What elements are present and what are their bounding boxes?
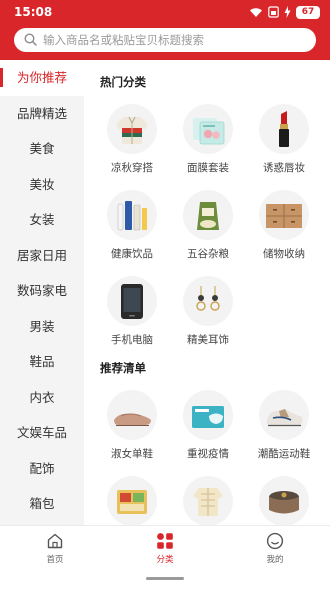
category-item[interactable]: 手机电脑 [94, 276, 170, 356]
sidebar-item-underwear[interactable]: 内衣 [0, 380, 84, 416]
sidebar-item-household[interactable]: 居家日用 [0, 238, 84, 274]
recommend-item[interactable]: 重视疫情 [170, 390, 246, 470]
grain-sack-icon [183, 190, 233, 240]
category-item-label: 面膜套装 [187, 162, 229, 174]
category-item-label: 手机电脑 [111, 334, 153, 346]
category-content: 热门分类 凉秋穿搭 面膜套装 诱惑唇妆 健康饮品 五谷杂粮 储物收纳 手机电脑 … [84, 60, 330, 525]
category-item-label: 精美耳饰 [187, 334, 229, 346]
jacket-icon [107, 104, 157, 154]
nav-category-label: 分类 [156, 555, 174, 565]
nav-profile[interactable]: 我的 [245, 532, 305, 565]
drinks-icon [107, 190, 157, 240]
nav-home-label: 首页 [46, 555, 64, 565]
recommend-item-label: 重视疫情 [187, 448, 229, 460]
category-item-label: 诱惑唇妆 [263, 162, 305, 174]
earrings-icon [183, 276, 233, 326]
nav-profile-label: 我的 [266, 555, 284, 565]
sidebar-item-accessories[interactable]: 配饰 [0, 451, 84, 487]
category-item[interactable]: 健康饮品 [94, 190, 170, 270]
status-bar: 15:08 67 [0, 0, 330, 26]
recommend-item-label: 潮酷运动鞋 [257, 448, 311, 460]
battery-level: 67 [296, 5, 320, 19]
category-item-label: 健康饮品 [111, 248, 153, 260]
recommend-item[interactable]: 潮酷运动鞋 [246, 390, 322, 470]
recommend-item[interactable] [246, 476, 322, 525]
battery-indicator: 67 [296, 5, 320, 19]
recommend-item[interactable]: 淑女单鞋 [94, 390, 170, 470]
sidebar-item-womenswear[interactable]: 女装 [0, 202, 84, 238]
category-item[interactable]: 五谷杂粮 [170, 190, 246, 270]
drawer-cabinet-icon [259, 190, 309, 240]
sidebar-item-electronics[interactable]: 数码家电 [0, 273, 84, 309]
recommend-item[interactable] [94, 476, 170, 525]
sneaker-icon [259, 390, 309, 440]
sidebar-item-menswear[interactable]: 男装 [0, 309, 84, 345]
bottom-navigation: 首页 分类 我的 [0, 525, 330, 589]
sidebar-item-food[interactable]: 美食 [0, 131, 84, 167]
section-title-hot: 热门分类 [100, 75, 146, 89]
sidebar-item-brands[interactable]: 品牌精选 [0, 96, 84, 132]
header-bar: 15:08 67 [0, 0, 330, 60]
search-bar[interactable] [14, 28, 316, 52]
snack-box-icon [107, 476, 157, 525]
category-item-label: 凉秋穿搭 [111, 162, 153, 174]
nav-category[interactable]: 分类 [135, 532, 195, 565]
section-title-recommend: 推荐清单 [100, 361, 146, 375]
sidebar-item-entertainment-auto[interactable]: 文娱车品 [0, 415, 84, 451]
charging-icon [284, 6, 291, 18]
recommend-item[interactable] [170, 476, 246, 525]
search-input[interactable] [43, 33, 303, 47]
sim-card-icon [268, 6, 279, 18]
status-time: 15:08 [14, 5, 53, 19]
pajamas-icon [183, 476, 233, 525]
category-item-label: 五谷杂粮 [187, 248, 229, 260]
flat-shoe-icon [107, 390, 157, 440]
sidebar-item-bags[interactable]: 箱包 [0, 486, 84, 522]
nav-home[interactable]: 首页 [25, 532, 85, 565]
category-item[interactable]: 诱惑唇妆 [246, 104, 322, 184]
category-item[interactable]: 精美耳饰 [170, 276, 246, 356]
category-item[interactable]: 凉秋穿搭 [94, 104, 170, 184]
recommend-item-label: 淑女单鞋 [111, 448, 153, 460]
home-indicator-bar[interactable] [146, 577, 184, 580]
profile-icon [245, 532, 305, 550]
status-icons: 67 [249, 5, 320, 19]
category-item[interactable]: 储物收纳 [246, 190, 322, 270]
mask-box-icon [183, 390, 233, 440]
phone-icon [107, 276, 157, 326]
face-mask-icon [183, 104, 233, 154]
rice-cooker-icon [259, 476, 309, 525]
sidebar-item-shoes[interactable]: 鞋品 [0, 344, 84, 380]
sidebar-item-beauty[interactable]: 美妆 [0, 167, 84, 203]
category-item[interactable]: 面膜套装 [170, 104, 246, 184]
wifi-icon [249, 7, 263, 18]
lipstick-icon [259, 104, 309, 154]
category-sidebar: 为你推荐 品牌精选 美食 美妆 女装 居家日用 数码家电 男装 鞋品 内衣 文娱… [0, 60, 84, 525]
search-icon [24, 31, 37, 50]
category-icon [135, 532, 195, 550]
home-icon [25, 532, 85, 550]
category-item-label: 储物收纳 [263, 248, 305, 260]
sidebar-item-recommended[interactable]: 为你推荐 [0, 60, 84, 96]
